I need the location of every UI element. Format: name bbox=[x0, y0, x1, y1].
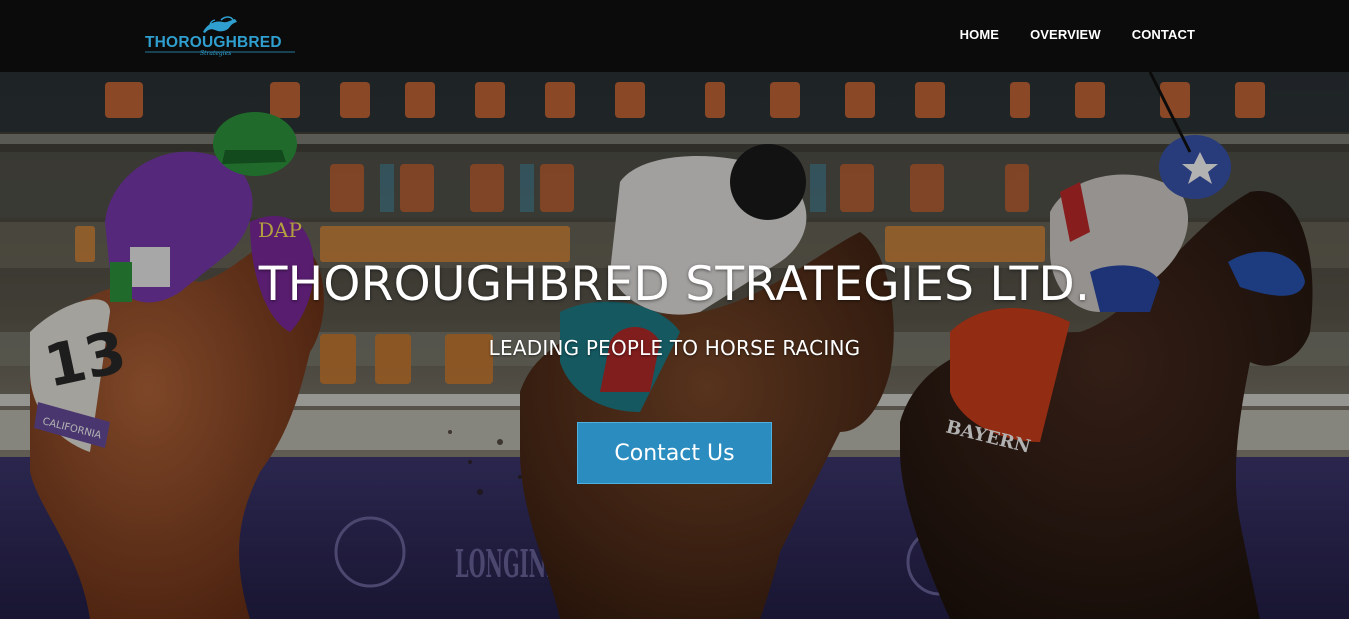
hero-section: LONGINES LONGINES 13 CALIFORNIA DAP bbox=[0, 72, 1349, 619]
hero-subtitle: LEADING PEOPLE TO HORSE RACING bbox=[488, 336, 861, 360]
hero-title: THOROUGHBRED STRATEGIES LTD. bbox=[258, 257, 1091, 312]
nav-home-link[interactable]: HOME bbox=[960, 27, 999, 42]
top-navbar: THOROUGHBRED Strategies HOME OVERVIEW CO… bbox=[0, 0, 1349, 72]
contact-us-button[interactable]: Contact Us bbox=[577, 422, 772, 484]
nav-contact-link[interactable]: CONTACT bbox=[1132, 27, 1195, 42]
brand-logo[interactable]: THOROUGHBRED Strategies bbox=[145, 14, 295, 58]
nav-overview-link[interactable]: OVERVIEW bbox=[1030, 27, 1101, 42]
logo-tagline: Strategies bbox=[200, 50, 232, 57]
main-nav: HOME OVERVIEW CONTACT bbox=[960, 27, 1195, 42]
